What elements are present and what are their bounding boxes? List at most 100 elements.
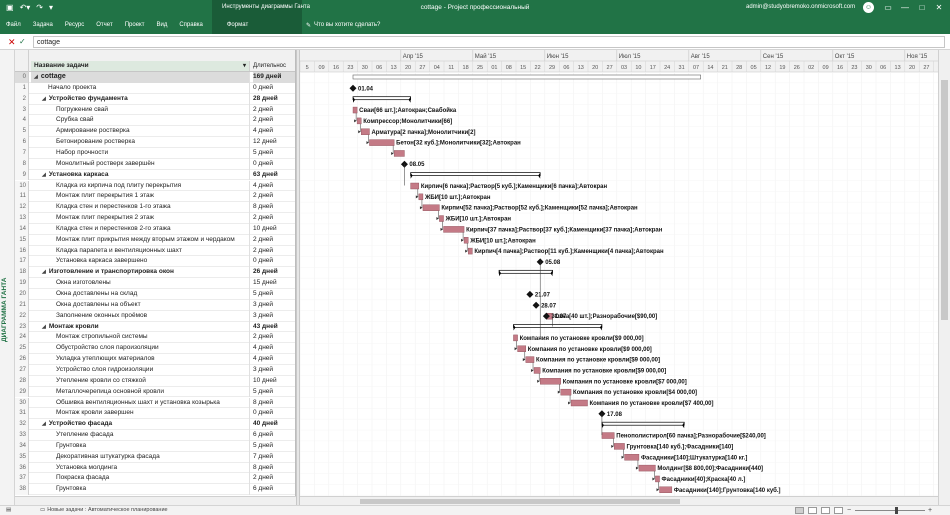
task-row[interactable]: 8 Монолитный ростверк завершён 0 дней bbox=[15, 158, 295, 170]
summary-bar[interactable] bbox=[352, 96, 411, 101]
task-row[interactable]: 7 Набор прочности 5 дней bbox=[15, 147, 295, 159]
duration-cell[interactable]: 4 дней bbox=[253, 126, 295, 137]
tab-help[interactable]: Справка bbox=[173, 18, 209, 32]
row-id[interactable]: 32 bbox=[15, 419, 29, 431]
duration-cell[interactable]: 0 дней bbox=[253, 256, 295, 267]
milestone-diamond[interactable] bbox=[526, 290, 534, 298]
gantt-chart[interactable]: Апр '15 Май '15 Июн '15 Июл '15 Авг '15 Сен '… bbox=[300, 50, 938, 496]
row-id[interactable]: 11 bbox=[15, 191, 29, 203]
tab-view[interactable]: Вид bbox=[150, 18, 173, 32]
avatar[interactable]: ☺ bbox=[863, 2, 874, 13]
task-bar[interactable] bbox=[467, 247, 473, 255]
duration-cell[interactable]: 15 дней bbox=[253, 278, 295, 289]
row-id[interactable]: 25 bbox=[15, 343, 29, 355]
row-id[interactable]: 16 bbox=[15, 245, 29, 257]
row-id[interactable]: 37 bbox=[15, 473, 29, 485]
task-name-cell[interactable]: Монтаж плит перекрытия 1 этаж bbox=[31, 191, 250, 203]
task-row[interactable]: 1 Начало проекта 0 дней bbox=[15, 82, 295, 94]
tab-format[interactable]: Формат bbox=[221, 18, 254, 32]
task-row[interactable]: 11 Монтаж плит перекрытия 1 этаж 2 дней bbox=[15, 191, 295, 203]
summary-bar[interactable] bbox=[513, 324, 603, 328]
task-bar[interactable] bbox=[539, 378, 561, 385]
task-name-cell[interactable]: Бетонирование ростверка bbox=[31, 137, 250, 148]
task-name-cell[interactable]: ◢ Устройство фундамента bbox=[31, 93, 250, 105]
task-name-cell[interactable]: Кладка из кирпича под плиту перекрытия bbox=[31, 180, 250, 192]
task-name-cell[interactable]: ◢ Установка каркаса bbox=[31, 169, 250, 181]
row-id[interactable]: 14 bbox=[15, 223, 29, 235]
zoom-slider[interactable] bbox=[855, 507, 925, 514]
task-name-cell[interactable]: Начало проекта bbox=[31, 82, 250, 94]
task-row[interactable]: 27 Устройство слоя гидроизоляции 3 дней bbox=[15, 364, 295, 376]
duration-cell[interactable]: 40 дней bbox=[253, 419, 295, 430]
row-id[interactable]: 18 bbox=[15, 267, 29, 279]
task-name-cell[interactable]: Монтаж плит прикрытия между вторым этажо… bbox=[31, 234, 250, 246]
task-bar[interactable] bbox=[517, 345, 526, 352]
duration-cell[interactable]: 10 дней bbox=[253, 224, 295, 235]
customize-qat-icon[interactable]: ▾ bbox=[49, 3, 53, 13]
task-row[interactable]: 37 Покраска фасада 2 дней bbox=[15, 473, 295, 485]
task-name-cell[interactable]: Утепление фасада bbox=[31, 430, 250, 441]
collapse-icon[interactable]: ◢ bbox=[42, 324, 46, 330]
task-row[interactable]: 19 Окна изготовлены 15 дней bbox=[15, 278, 295, 289]
task-name-cell[interactable]: Армирование ростверка bbox=[31, 126, 250, 138]
task-row[interactable]: 20 Окна доставлены на склад 5 дней bbox=[15, 289, 295, 300]
undo-icon[interactable]: ↶▾ bbox=[20, 3, 31, 13]
duration-cell[interactable]: 2 дней bbox=[253, 473, 295, 484]
confirm-entry-icon[interactable]: ✓ bbox=[19, 36, 26, 48]
duration-cell[interactable]: 5 дней bbox=[253, 387, 295, 398]
task-name-cell[interactable]: Монтаж кровли завершен bbox=[31, 408, 250, 420]
task-row[interactable]: 31 Монтаж кровли завершен 0 дней bbox=[15, 408, 295, 420]
task-row[interactable]: 4 Срубка свай 2 дней bbox=[15, 115, 295, 127]
milestone-diamond[interactable] bbox=[349, 84, 357, 92]
task-row[interactable]: 17 Установка каркаса завершено 0 дней bbox=[15, 256, 295, 268]
task-name-cell[interactable]: Окна изготовлены bbox=[31, 278, 250, 289]
task-bar[interactable] bbox=[601, 432, 615, 439]
row-id[interactable]: 5 bbox=[15, 126, 29, 138]
task-row[interactable]: 12 Кладка стен и перестенков 1-го этажа 8 … bbox=[15, 202, 295, 214]
duration-cell[interactable]: 10 дней bbox=[253, 376, 295, 387]
gantt-view-icon[interactable] bbox=[795, 507, 804, 514]
row-id[interactable]: 4 bbox=[15, 115, 29, 127]
row-id[interactable]: 13 bbox=[15, 213, 29, 224]
task-name-cell[interactable]: Металлочерепица основной кровли bbox=[31, 386, 250, 398]
duration-cell[interactable]: 4 дней bbox=[253, 354, 295, 365]
task-bar[interactable] bbox=[356, 117, 362, 125]
duration-cell[interactable]: 4 дней bbox=[253, 343, 295, 354]
save-icon[interactable]: ▣ bbox=[6, 3, 14, 13]
task-row[interactable]: 26 Укладка утеплющих материалов 4 дней bbox=[15, 354, 295, 365]
task-bar[interactable] bbox=[533, 367, 541, 374]
row-id[interactable]: 7 bbox=[15, 147, 29, 159]
task-bar[interactable] bbox=[352, 106, 358, 114]
row-id[interactable]: 27 bbox=[15, 364, 29, 376]
project-summary-bar[interactable] bbox=[352, 74, 701, 80]
sort-dropdown-icon[interactable]: ▾ bbox=[243, 61, 246, 71]
tab-report[interactable]: Отчет bbox=[90, 18, 118, 32]
task-bar[interactable] bbox=[513, 334, 518, 342]
task-name-cell[interactable]: Установка каркаса завершено bbox=[31, 256, 250, 268]
duration-cell[interactable]: 3 дней bbox=[253, 365, 295, 376]
select-all-corner[interactable] bbox=[15, 50, 29, 72]
chart-horizontal-scrollbar[interactable] bbox=[300, 496, 938, 505]
task-row[interactable]: 16 Кладка парапета и вентиляционных шахт 2… bbox=[15, 245, 295, 257]
duration-cell[interactable]: 0 дней bbox=[253, 408, 295, 419]
task-row[interactable]: 33 Утепление фасада 6 дней bbox=[15, 430, 295, 441]
duration-cell[interactable]: 8 дней bbox=[253, 202, 295, 213]
task-bar[interactable] bbox=[614, 443, 625, 450]
row-id[interactable]: 29 bbox=[15, 386, 29, 398]
resource-sheet-view-icon[interactable] bbox=[834, 507, 843, 514]
collapse-icon[interactable]: ◢ bbox=[42, 96, 46, 102]
task-name-cell[interactable]: Обустройство слоя пароизоляции bbox=[31, 343, 250, 355]
duration-cell[interactable]: 6 дней bbox=[253, 430, 295, 441]
task-name-cell[interactable]: Грунтовка bbox=[31, 440, 250, 452]
row-id[interactable]: 8 bbox=[15, 158, 29, 170]
duration-cell[interactable]: 63 дней bbox=[253, 170, 295, 181]
summary-task-row[interactable]: 18 ◢ Изготовление и транспортировка окон 26… bbox=[15, 267, 295, 279]
task-bar[interactable] bbox=[369, 139, 395, 146]
task-row[interactable]: 29 Металлочерепица основной кровли 5 дней bbox=[15, 386, 295, 398]
duration-cell[interactable]: 0 дней bbox=[253, 159, 295, 170]
duration-cell[interactable]: 5 дней bbox=[253, 289, 295, 300]
task-name-cell[interactable]: Монолитный ростверк завершён bbox=[31, 158, 250, 170]
task-bar[interactable] bbox=[443, 226, 465, 233]
task-name-cell[interactable]: Окна доставлены на склад bbox=[31, 289, 250, 300]
task-bar[interactable] bbox=[638, 464, 656, 472]
